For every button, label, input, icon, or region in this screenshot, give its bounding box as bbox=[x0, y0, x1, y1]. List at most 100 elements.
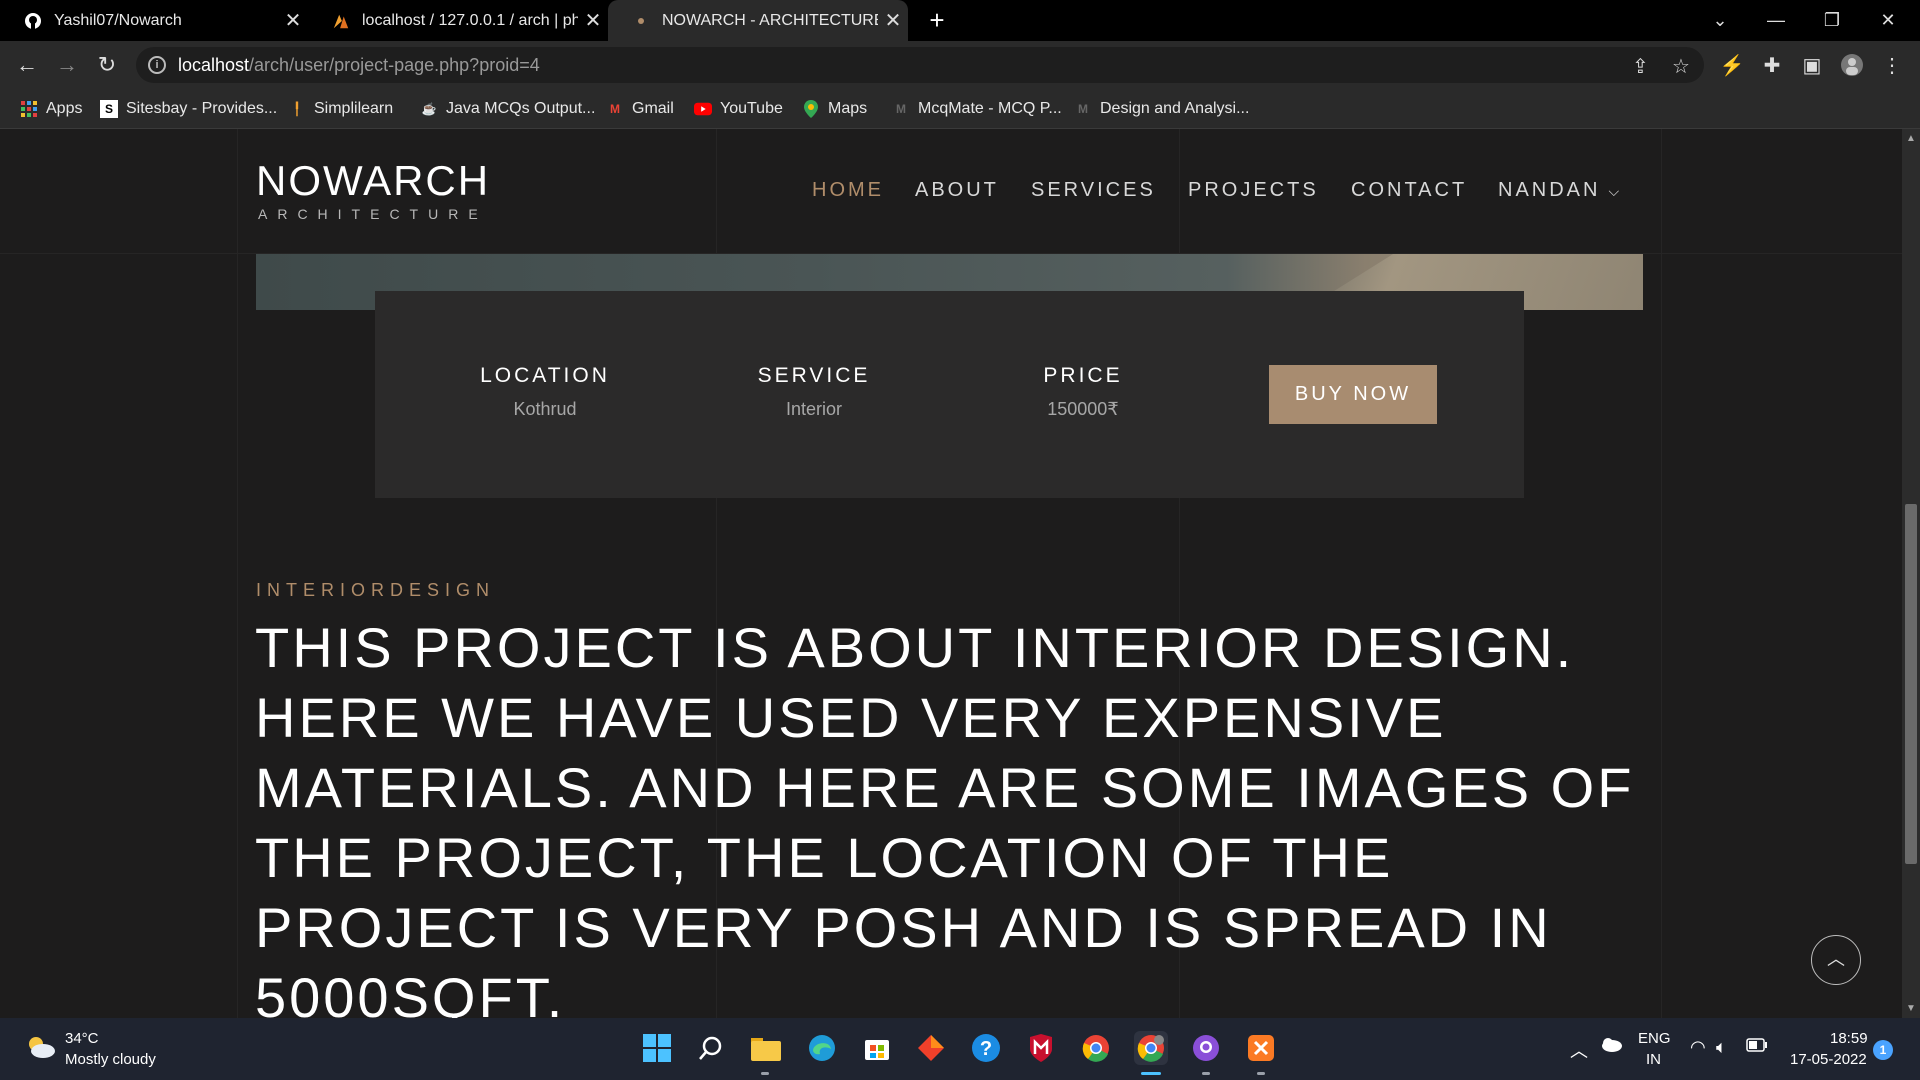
chevron-up-icon[interactable]: ︿ bbox=[1570, 1037, 1588, 1063]
scrollbar-thumb[interactable] bbox=[1905, 504, 1917, 864]
scroll-down-arrow-icon[interactable]: ▼ bbox=[1902, 1003, 1920, 1014]
search-icon[interactable] bbox=[694, 1031, 728, 1065]
new-tab-icon[interactable]: + bbox=[922, 5, 952, 35]
app-diamond-icon[interactable] bbox=[914, 1031, 948, 1065]
github-desktop-icon[interactable] bbox=[1189, 1031, 1223, 1065]
app-running-indicator bbox=[1202, 1072, 1210, 1075]
minimize-icon[interactable]: — bbox=[1752, 0, 1800, 41]
extensions-puzzle-icon[interactable]: ✚ bbox=[1760, 53, 1784, 77]
sitesbay-icon: S bbox=[100, 100, 118, 118]
nav-user-label: NANDAN bbox=[1498, 179, 1601, 201]
nav-user-dropdown[interactable]: NANDAN ⌵ bbox=[1498, 179, 1619, 202]
url-text: localhost/arch/user/project-page.php?pro… bbox=[178, 55, 540, 75]
reload-icon[interactable]: ↻ bbox=[91, 49, 123, 81]
tab-phpmyadmin[interactable]: localhost / 127.0.0.1 / arch | phpMy ✕ bbox=[308, 0, 608, 41]
windows-start-icon[interactable] bbox=[640, 1031, 674, 1065]
buy-now-button[interactable]: BUY NOW bbox=[1269, 365, 1437, 424]
tab-title: Yashil07/Nowarch bbox=[54, 11, 182, 29]
maps-icon bbox=[802, 100, 820, 118]
share-icon[interactable]: ⇪ bbox=[1632, 54, 1649, 79]
wifi-icon[interactable]: ◠ bbox=[1690, 1037, 1706, 1058]
simplilearn-icon: ╿ bbox=[293, 102, 301, 116]
java-icon: ☕ bbox=[421, 102, 437, 116]
battery-icon[interactable] bbox=[1746, 1038, 1768, 1056]
microsoft-store-icon[interactable] bbox=[860, 1031, 894, 1065]
chevron-up-icon: ︿ bbox=[1827, 949, 1845, 969]
chrome-profile-icon[interactable] bbox=[1134, 1031, 1168, 1065]
background-gridline bbox=[1661, 129, 1662, 1018]
chrome-icon[interactable] bbox=[1079, 1031, 1113, 1065]
bookmark-label: Gmail bbox=[632, 100, 674, 117]
bookmark-label: Sitesbay - Provides... bbox=[126, 100, 278, 117]
notification-badge[interactable]: 1 bbox=[1873, 1040, 1893, 1060]
nav-services[interactable]: SERVICES bbox=[1031, 179, 1156, 202]
onedrive-cloud-icon[interactable] bbox=[1600, 1036, 1622, 1056]
bookmark-star-icon[interactable]: ☆ bbox=[1672, 54, 1690, 79]
language-region[interactable]: IN bbox=[1646, 1051, 1661, 1068]
phpmyadmin-icon bbox=[332, 12, 350, 30]
dot-icon bbox=[632, 12, 650, 30]
clock-date[interactable]: 17-05-2022 bbox=[1790, 1051, 1867, 1068]
tab-github[interactable]: Yashil07/Nowarch ✕ bbox=[0, 0, 308, 41]
back-icon[interactable]: ← bbox=[11, 49, 43, 81]
address-bar-row: ← → ↻ i localhost/arch/user/project-page… bbox=[0, 41, 1920, 89]
close-window-icon[interactable]: ✕ bbox=[1864, 0, 1912, 41]
tab-title: localhost / 127.0.0.1 / arch | phpMy bbox=[362, 11, 578, 29]
project-description: THIS PROJECT IS ABOUT INTERIOR DESIGN. H… bbox=[255, 616, 1635, 1018]
gmail-icon: M bbox=[610, 102, 620, 116]
apps-grid-icon bbox=[20, 100, 38, 118]
nav-about[interactable]: ABOUT bbox=[915, 179, 999, 202]
close-tab-icon[interactable]: ✕ bbox=[578, 8, 608, 33]
svg-text:?: ? bbox=[980, 1038, 992, 1060]
close-tab-icon[interactable]: ✕ bbox=[878, 8, 908, 33]
bookmark-sitesbay[interactable]: S Sitesbay - Provides... bbox=[100, 97, 277, 121]
tab-search-icon[interactable]: ⌄ bbox=[1696, 0, 1744, 41]
app-active-indicator bbox=[1141, 1072, 1161, 1075]
scroll-up-arrow-icon[interactable]: ▲ bbox=[1902, 133, 1920, 144]
menu-kebab-icon[interactable]: ⋮ bbox=[1880, 53, 1904, 77]
side-panel-icon[interactable]: ▣ bbox=[1800, 53, 1824, 77]
bookmark-apps[interactable]: Apps bbox=[20, 97, 82, 121]
profile-avatar-icon[interactable] bbox=[1840, 53, 1864, 77]
volume-icon[interactable]: 🔈︎ bbox=[1716, 1037, 1727, 1058]
scroll-to-top-button[interactable]: ︿ bbox=[1811, 935, 1861, 985]
xampp-icon[interactable] bbox=[1244, 1031, 1278, 1065]
nav-projects[interactable]: PROJECTS bbox=[1188, 179, 1319, 202]
edge-browser-icon[interactable] bbox=[805, 1031, 839, 1065]
bookmark-maps[interactable]: Maps bbox=[802, 97, 867, 121]
weather-description[interactable]: Mostly cloudy bbox=[65, 1051, 156, 1068]
windows-taskbar: 34°C Mostly cloudy ? ︿ ENG IN ◠ 🔈︎ 18:59… bbox=[0, 1018, 1920, 1080]
tab-title: NOWARCH - ARCHITECTURE bbox=[662, 11, 878, 29]
file-explorer-icon[interactable] bbox=[749, 1031, 783, 1065]
weather-cloud-icon[interactable] bbox=[26, 1034, 56, 1060]
service-value: Interior bbox=[785, 399, 843, 419]
mcafee-icon[interactable] bbox=[1024, 1031, 1058, 1065]
bookmark-simplilearn[interactable]: ╿ Simplilearn bbox=[288, 97, 393, 121]
bookmark-design-analysis[interactable]: M Design and Analysi... bbox=[1074, 97, 1249, 121]
site-info-icon[interactable]: i bbox=[148, 56, 166, 74]
close-tab-icon[interactable]: ✕ bbox=[278, 8, 308, 33]
help-icon[interactable]: ? bbox=[969, 1031, 1003, 1065]
bookmark-java[interactable]: ☕ Java MCQs Output... bbox=[420, 97, 596, 121]
adobe-extension-icon[interactable]: ⚡ bbox=[1720, 53, 1745, 77]
location-value: Kothrud bbox=[513, 399, 577, 419]
language-eng[interactable]: ENG bbox=[1638, 1030, 1671, 1047]
restore-icon[interactable]: ❐ bbox=[1808, 0, 1856, 41]
bookmark-youtube[interactable]: YouTube bbox=[694, 97, 783, 121]
page-viewport: NOWARCH ARCHITECTURE HOME ABOUT SERVICES… bbox=[0, 129, 1902, 1018]
page-scrollbar[interactable]: ▲ ▼ bbox=[1902, 129, 1920, 1018]
price-value: 150000₹ bbox=[1047, 399, 1119, 419]
brand-logo[interactable]: NOWARCH bbox=[256, 157, 490, 205]
app-running-indicator bbox=[761, 1072, 769, 1075]
weather-temperature[interactable]: 34°C bbox=[65, 1030, 99, 1047]
forward-icon[interactable]: → bbox=[51, 49, 83, 81]
tab-nowarch[interactable]: NOWARCH - ARCHITECTURE ✕ bbox=[608, 0, 908, 41]
clock-time[interactable]: 18:59 bbox=[1830, 1030, 1868, 1047]
background-gridline bbox=[237, 129, 238, 1018]
url-input[interactable]: i localhost/arch/user/project-page.php?p… bbox=[136, 47, 1704, 83]
bookmark-mcqmate[interactable]: M McqMate - MCQ P... bbox=[892, 97, 1062, 121]
nav-contact[interactable]: CONTACT bbox=[1351, 179, 1467, 202]
bookmark-gmail[interactable]: M Gmail bbox=[606, 97, 674, 121]
nav-home[interactable]: HOME bbox=[812, 179, 884, 202]
mcqmate-icon: M bbox=[1078, 102, 1088, 116]
